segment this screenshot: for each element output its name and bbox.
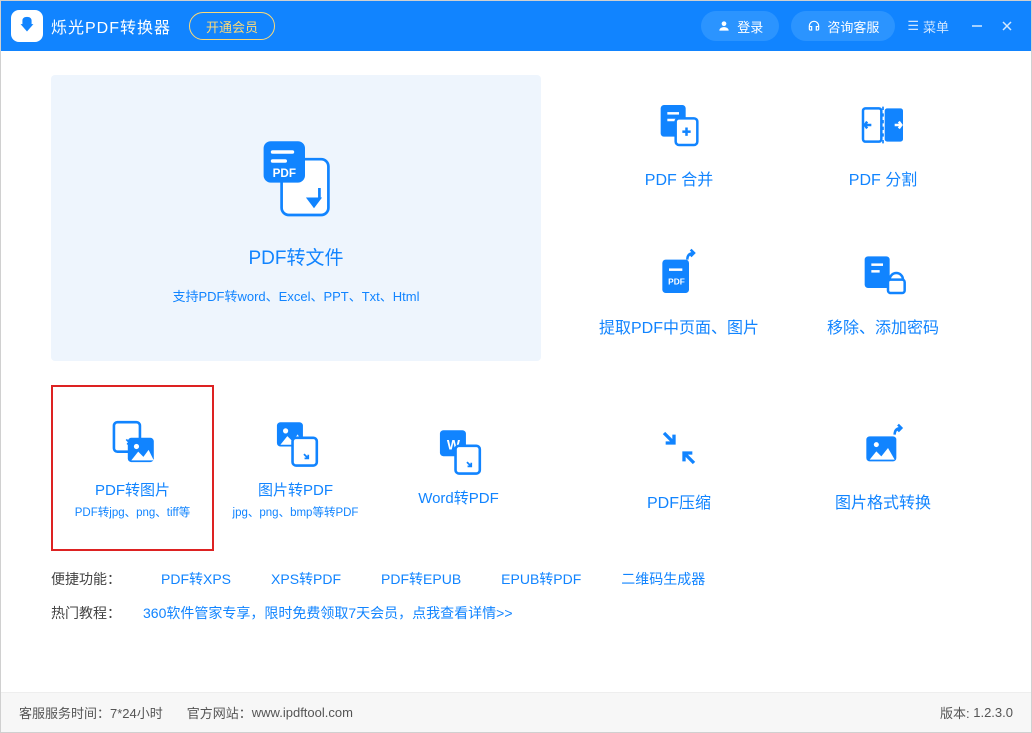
tool-pdf-merge[interactable]: PDF 合并 (581, 75, 777, 215)
login-button[interactable]: 登录 (701, 11, 779, 41)
svg-text:PDF: PDF (668, 277, 685, 287)
quick-link[interactable]: PDF转XPS (161, 569, 231, 589)
quick-link[interactable]: 二维码生成器 (621, 569, 705, 589)
support-label: 咨询客服 (827, 17, 879, 36)
tutorial-label: 热门教程： (51, 603, 121, 623)
hero-subtitle: 支持PDF转word、Excel、PPT、Txt、Html (172, 286, 419, 305)
card-image-to-pdf[interactable]: 图片转PDF jpg、png、bmp等转PDF (214, 385, 377, 551)
service-label: 客服服务时间： (19, 703, 110, 722)
imgfmt-icon (858, 423, 908, 473)
site-value: www.ipdftool.com (252, 705, 353, 720)
card-subtitle: PDF转jpg、png、tiff等 (75, 504, 190, 520)
close-button[interactable] (993, 12, 1021, 40)
tool-label: 提取PDF中页面、图片 (599, 314, 759, 338)
logo: 烁光PDF转换器 (11, 10, 171, 42)
quick-link[interactable]: XPS转PDF (271, 569, 341, 589)
lock-icon (858, 248, 908, 298)
tool-pdf-extract[interactable]: PDF 提取PDF中页面、图片 (581, 223, 777, 363)
tool-pdf-split[interactable]: PDF 分割 (785, 75, 981, 215)
tool-label: PDF 分割 (849, 166, 917, 190)
card-title: PDF转图片 (95, 479, 170, 500)
menu-label: 菜单 (923, 17, 949, 36)
mid-cards: PDF转图片 PDF转jpg、png、tiff等 图片转PDF jpg、png、… (51, 385, 541, 551)
support-button[interactable]: 咨询客服 (791, 11, 895, 41)
card-title: 图片转PDF (258, 479, 333, 500)
tool-label: 图片格式转换 (835, 489, 931, 513)
tool-pdf-compress[interactable]: PDF压缩 (581, 385, 777, 551)
menu-button[interactable]: ☰ 菜单 (907, 17, 949, 36)
quick-links-row: 便捷功能： PDF转XPS XPS转PDF PDF转EPUB EPUB转PDF … (51, 569, 981, 589)
compress-icon (654, 423, 704, 473)
quick-link[interactable]: EPUB转PDF (501, 569, 581, 589)
extract-icon: PDF (654, 248, 704, 298)
card-word-to-pdf[interactable]: W Word转PDF (377, 385, 540, 551)
login-label: 登录 (737, 17, 763, 36)
svg-text:PDF: PDF (273, 167, 296, 180)
img2pdf-icon (270, 417, 322, 469)
version-label: 版本: (940, 703, 970, 722)
tool-label: 移除、添加密码 (827, 314, 939, 338)
tutorial-row: 热门教程： 360软件管家专享，限时免费领取7天会员，点我查看详情>> (51, 603, 981, 623)
tools-grid-top: PDF 合并 PDF 分割 PDF 提取PDF中页面、图片 移除、添加密码 (581, 75, 981, 363)
pdf2img-icon (107, 417, 159, 469)
tools-grid-bottom: PDF压缩 图片格式转换 (581, 385, 981, 551)
user-icon (717, 19, 731, 33)
menu-icon: ☰ (907, 18, 919, 34)
vip-button[interactable]: 开通会员 (189, 12, 275, 40)
card-title: Word转PDF (418, 487, 499, 508)
word2pdf-icon: W (433, 425, 485, 477)
site-label: 官方网站： (187, 703, 252, 722)
merge-icon (654, 100, 704, 150)
status-bar: 客服服务时间： 7*24小时 官方网站： www.ipdftool.com 版本… (1, 692, 1031, 732)
app-logo-icon (11, 10, 43, 42)
card-subtitle: jpg、png、bmp等转PDF (233, 504, 359, 520)
service-value: 7*24小时 (110, 703, 163, 722)
hero-title: PDF转文件 (248, 243, 343, 270)
quick-label: 便捷功能： (51, 569, 121, 589)
quick-link[interactable]: PDF转EPUB (381, 569, 461, 589)
title-bar: 烁光PDF转换器 开通会员 登录 咨询客服 ☰ 菜单 (1, 1, 1031, 51)
tool-label: PDF压缩 (647, 489, 711, 513)
tool-label: PDF 合并 (645, 166, 713, 190)
card-pdf-to-image[interactable]: PDF转图片 PDF转jpg、png、tiff等 (51, 385, 214, 551)
main-content: PDF PDF转文件 支持PDF转word、Excel、PPT、Txt、Html… (1, 51, 1031, 692)
tool-image-format[interactable]: 图片格式转换 (785, 385, 981, 551)
app-title: 烁光PDF转换器 (51, 14, 171, 38)
version-value: 1.2.3.0 (973, 705, 1013, 720)
pdf-to-file-hero[interactable]: PDF PDF转文件 支持PDF转word、Excel、PPT、Txt、Html (51, 75, 541, 361)
minimize-button[interactable] (963, 12, 991, 40)
headset-icon (807, 19, 821, 33)
tutorial-link[interactable]: 360软件管家专享，限时免费领取7天会员，点我查看详情>> (143, 603, 513, 623)
tool-pdf-password[interactable]: 移除、添加密码 (785, 223, 981, 363)
split-icon (858, 100, 908, 150)
pdf-to-file-icon: PDF (251, 131, 341, 227)
